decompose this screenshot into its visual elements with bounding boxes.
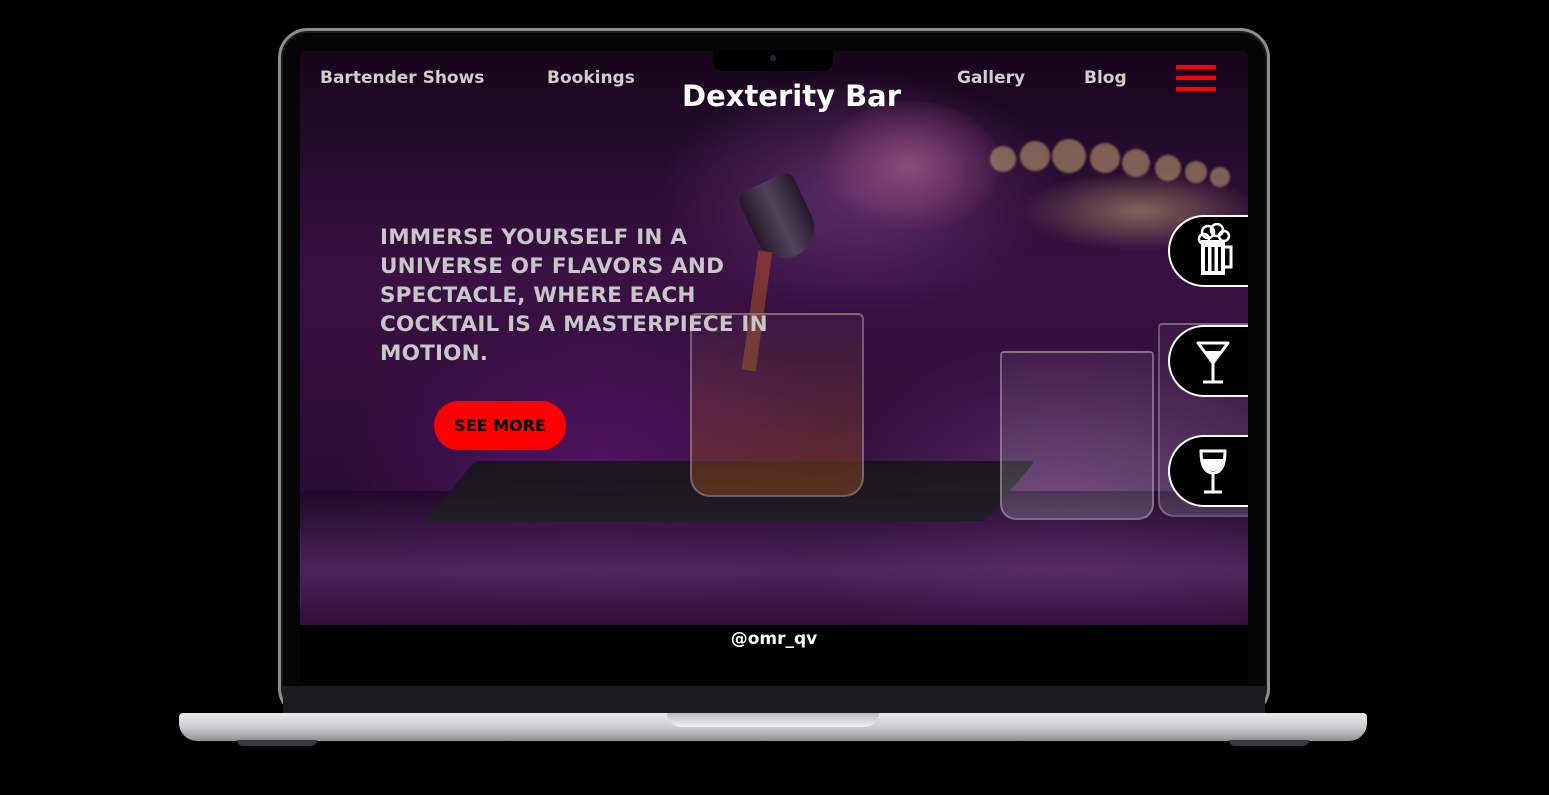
hero-headline: IMMERSE YOURSELF IN A UNIVERSE OF FLAVOR… <box>380 225 768 366</box>
camera-notch <box>713 51 833 71</box>
beer-mug-icon <box>1197 223 1233 275</box>
nav-link-bookings[interactable]: Bookings <box>547 68 635 88</box>
laptop-foot <box>1229 740 1309 746</box>
cocktail-button[interactable] <box>1168 325 1248 397</box>
hamburger-bar <box>1176 65 1216 69</box>
brand-logo[interactable]: Dexterity Bar <box>682 79 901 113</box>
laptop-opening-notch <box>667 713 879 727</box>
nav-link-gallery[interactable]: Gallery <box>957 68 1025 88</box>
laptop-screen: Bartender Shows Bookings Dexterity Bar G… <box>300 51 1248 685</box>
beer-button[interactable] <box>1168 215 1248 287</box>
hamburger-bar <box>1176 76 1216 80</box>
see-more-button[interactable]: SEE MORE <box>434 401 566 450</box>
laptop-foot <box>237 740 317 746</box>
screen-bottom-bezel <box>283 686 1265 714</box>
camera-icon <box>770 55 776 61</box>
author-credit: @omr_qv <box>730 629 818 649</box>
wine-glass-icon <box>1199 449 1227 494</box>
hamburger-bar <box>1176 87 1216 91</box>
nav-link-blog[interactable]: Blog <box>1084 68 1127 88</box>
martini-glass-icon <box>1196 341 1230 384</box>
hamburger-icon[interactable] <box>1176 65 1216 97</box>
nav-link-bartender-shows[interactable]: Bartender Shows <box>320 68 484 88</box>
wine-button[interactable] <box>1168 435 1248 507</box>
